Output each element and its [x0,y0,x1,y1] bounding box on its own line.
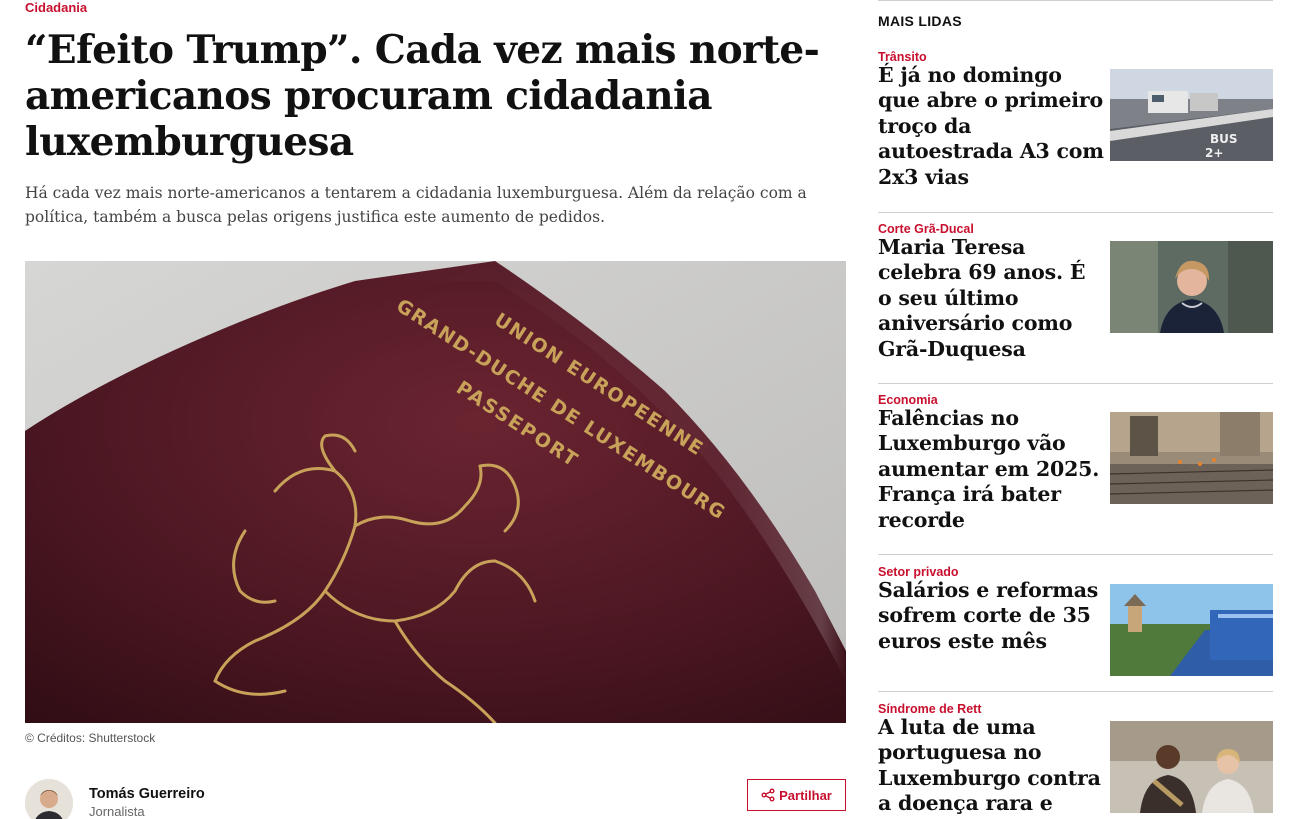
passport-photo: UNION EUROPEENNE GRAND-DUCHE DE LUXEMBOU… [25,261,846,723]
most-read-divider [878,554,1273,555]
most-read-thumbnail-grand-duchess[interactable] [1110,241,1273,333]
byline: Tomás Guerreiro Jornalista Partilhar [25,779,846,819]
most-read-title: MAIS LIDAS [878,13,962,29]
most-read-item-title[interactable]: É já no domingo que abre o primeiro troç… [878,63,1104,190]
most-read-thumbnail-city-tram[interactable] [1110,584,1273,676]
most-read-divider [878,212,1273,213]
hero-image-passport: UNION EUROPEENNE GRAND-DUCHE DE LUXEMBOU… [25,261,846,723]
share-button[interactable]: Partilhar [747,779,846,811]
article: Cidadania “Efeito Trump”. Cada vez mais … [25,0,846,819]
author-role: Jornalista [89,804,145,819]
author-avatar[interactable] [25,779,73,819]
article-category-link[interactable]: Cidadania [25,0,87,15]
share-icon [761,788,775,802]
most-read-item-category[interactable]: Corte Grã-Ducal [878,222,974,236]
most-read-thumbnail-construction[interactable] [1110,412,1273,504]
svg-text:2+: 2+ [1205,146,1223,160]
most-read-item-title[interactable]: Falências no Luxemburgo vão aumentar em … [878,406,1104,533]
most-read-item-category[interactable]: Economia [878,393,938,407]
article-lead: Há cada vez mais norte-americanos a tent… [25,184,807,226]
most-read-divider [878,383,1273,384]
svg-text:BUS: BUS [1210,132,1238,146]
article-headline: “Efeito Trump”. Cada vez mais norte-amer… [25,27,820,165]
author-name-link[interactable]: Tomás Guerreiro [89,786,205,803]
most-read-item-category[interactable]: Síndrome de Rett [878,702,982,716]
most-read-item-title[interactable]: A luta de uma portuguesa no Luxemburgo c… [878,715,1104,819]
most-read-thumbnail-portraits[interactable] [1110,721,1273,813]
most-read-divider [878,691,1273,692]
most-read-item-title[interactable]: Maria Teresa celebra 69 anos. É o seu úl… [878,235,1104,362]
share-label: Partilhar [779,787,832,803]
most-read-thumbnail-highway[interactable]: BUS 2+ [1110,69,1273,161]
most-read-item-category[interactable]: Trânsito [878,50,927,64]
sidebar-top-divider [878,0,1273,1]
most-read-item-title[interactable]: Salários e reformas sofrem corte de 35 e… [878,578,1104,654]
most-read-item-category[interactable]: Setor privado [878,565,959,579]
image-credit: © Créditos: Shutterstock [25,731,156,745]
most-read-sidebar: MAIS LIDAS Trânsito É já no domingo que … [878,0,1273,819]
